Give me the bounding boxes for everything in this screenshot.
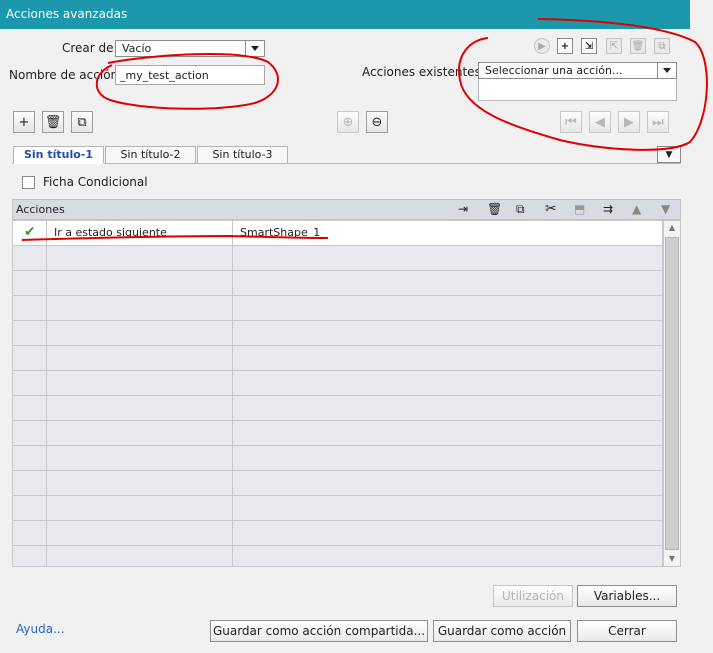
insert-row-icon[interactable]: ⇥	[458, 202, 468, 216]
tab-sin-titulo-1[interactable]: Sin título-1	[13, 146, 104, 164]
existing-actions-label: Acciones existentes:	[362, 65, 485, 79]
last-icon[interactable]: ⏭	[647, 111, 669, 133]
create-from-label: Crear de:	[62, 41, 118, 55]
existing-actions-dropdown-list[interactable]	[478, 79, 677, 101]
previous-icon[interactable]: ◀	[589, 111, 611, 133]
table-row[interactable]	[13, 296, 662, 321]
table-row[interactable]	[13, 421, 662, 446]
create-from-select[interactable]: Vacío	[115, 40, 265, 57]
table-row[interactable]	[13, 521, 662, 546]
export-icon[interactable]: ⇱	[606, 38, 622, 54]
insert-icon[interactable]: ⇉	[603, 202, 613, 216]
next-icon[interactable]: ▶	[618, 111, 640, 133]
table-row[interactable]: ✔ Ir a estado siguiente SmartShape_1	[13, 221, 662, 246]
move-up-icon[interactable]: ▲	[632, 202, 641, 216]
table-row[interactable]	[13, 246, 662, 271]
scissors-icon[interactable]: ✂	[545, 201, 557, 217]
save-shared-action-button[interactable]: Guardar como acción compartida...	[210, 620, 428, 642]
existing-actions-value: Seleccionar una acción...	[485, 64, 623, 77]
vertical-scrollbar[interactable]: ▲ ▼	[663, 220, 681, 567]
table-row[interactable]	[13, 321, 662, 346]
trash-icon[interactable]: 🗑	[630, 38, 646, 54]
remove-condition-icon[interactable]: ⊖	[366, 111, 388, 133]
tab-sin-titulo-2[interactable]: Sin título-2	[105, 146, 196, 164]
action-name-label: Nombre de acción:	[9, 68, 123, 82]
title-bar: Acciones avanzadas	[0, 0, 690, 29]
copy-icon[interactable]: ⧉	[71, 111, 93, 133]
action-value: Ir a estado siguiente	[54, 226, 167, 239]
add-icon[interactable]: +	[13, 111, 35, 133]
help-link[interactable]: Ayuda...	[16, 622, 65, 636]
first-icon[interactable]: ⏮	[560, 111, 582, 133]
create-from-value: Vacío	[122, 42, 152, 55]
scroll-up-icon[interactable]: ▲	[664, 221, 680, 235]
scroll-down-icon[interactable]: ▼	[664, 552, 680, 566]
actions-table: ✔ Ir a estado siguiente SmartShape_1	[12, 220, 663, 567]
import-icon[interactable]: ⇲	[581, 38, 597, 54]
actions-header-label: Acciones	[16, 203, 65, 216]
conditional-label: Ficha Condicional	[43, 175, 148, 189]
table-row[interactable]	[13, 471, 662, 496]
table-row[interactable]	[13, 346, 662, 371]
variables-button[interactable]: Variables...	[577, 585, 677, 607]
status-cell: ✔	[13, 221, 47, 246]
existing-actions-select[interactable]: Seleccionar una acción...	[478, 62, 677, 79]
duplicate-icon[interactable]: ⧉	[654, 38, 670, 54]
table-row[interactable]	[13, 271, 662, 296]
window-title: Acciones avanzadas	[6, 7, 128, 21]
action-cell[interactable]: Ir a estado siguiente	[47, 221, 233, 246]
table-row[interactable]	[13, 396, 662, 421]
chevron-down-icon[interactable]	[245, 41, 264, 56]
copy-icon[interactable]: ⧉	[516, 202, 525, 217]
usage-button[interactable]: Utilización	[493, 585, 573, 607]
target-value: SmartShape_1	[240, 226, 321, 239]
table-row[interactable]	[13, 371, 662, 396]
play-icon[interactable]: ▶	[534, 38, 550, 54]
table-row[interactable]	[13, 546, 662, 566]
trash-icon[interactable]: 🗑	[42, 111, 64, 133]
tabs-menu-icon[interactable]: ▼	[657, 146, 681, 163]
table-row[interactable]	[13, 446, 662, 471]
checkmark-icon: ✔	[24, 224, 36, 240]
trash-icon[interactable]: 🗑	[487, 202, 502, 216]
action-name-value: _my_test_action	[120, 69, 209, 82]
chevron-down-icon[interactable]	[657, 63, 676, 78]
save-action-button[interactable]: Guardar como acción	[433, 620, 571, 642]
conditional-checkbox[interactable]	[22, 176, 35, 189]
add-action-icon[interactable]: +	[557, 38, 573, 54]
add-condition-icon[interactable]: ⊕	[337, 111, 359, 133]
scroll-thumb[interactable]	[665, 237, 679, 550]
paste-icon[interactable]: ⬒	[574, 202, 585, 216]
tab-sin-titulo-3[interactable]: Sin título-3	[197, 146, 288, 164]
table-row[interactable]	[13, 496, 662, 521]
move-down-icon[interactable]: ▼	[661, 202, 670, 216]
actions-header: Acciones ⇥ 🗑 ⧉ ✂ ⬒ ⇉ ▲ ▼	[12, 199, 681, 220]
close-button[interactable]: Cerrar	[577, 620, 677, 642]
action-name-input[interactable]: _my_test_action	[115, 65, 265, 85]
